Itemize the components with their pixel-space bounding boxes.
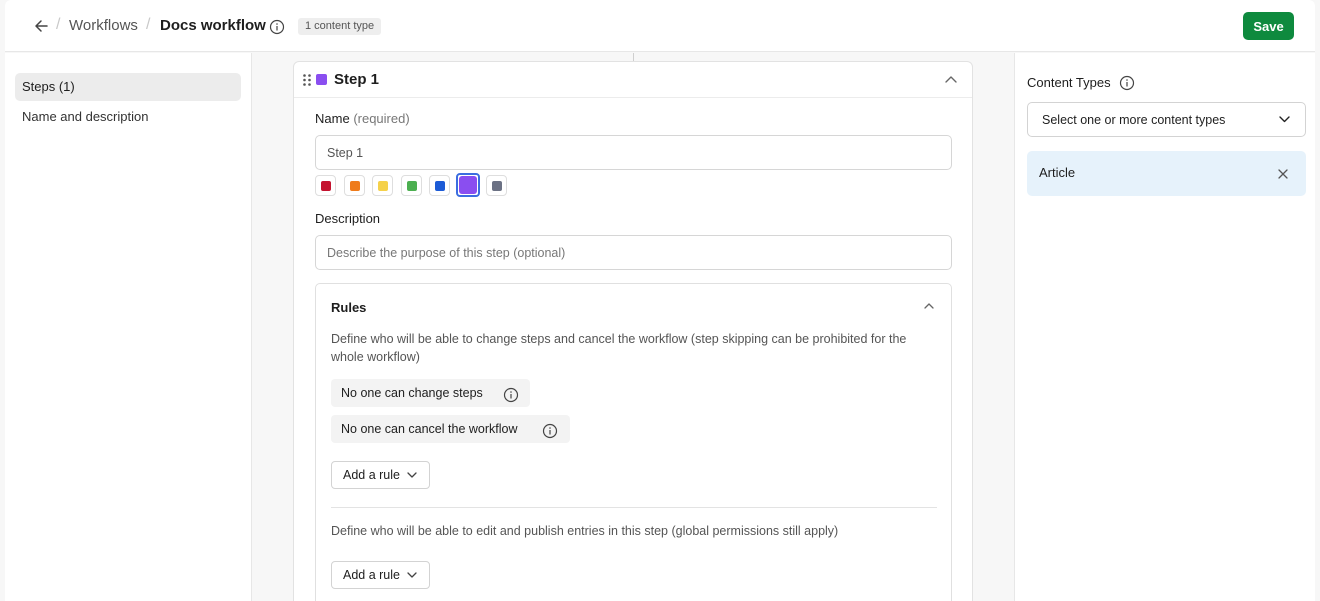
rules-title: Rules — [331, 300, 367, 315]
left-sidebar: Steps (1) Name and description — [5, 53, 252, 601]
step-card: Step 1 Name (required) Description Rules… — [293, 61, 973, 601]
content-types-title: Content Types — [1027, 75, 1111, 90]
breadcrumb-separator: / — [146, 16, 151, 33]
step-description-input[interactable] — [315, 235, 952, 270]
color-swatch-gray[interactable] — [486, 175, 507, 196]
step-name-input[interactable] — [315, 135, 952, 170]
back-arrow-icon[interactable] — [31, 16, 51, 36]
color-swatch-green[interactable] — [401, 175, 422, 196]
step-title: Step 1 — [334, 71, 380, 88]
sidebar-item-name-and-description[interactable]: Name and description — [15, 103, 241, 131]
description-label: Description — [315, 211, 381, 226]
color-swatch-blue[interactable] — [429, 175, 450, 196]
rule-no-one-cancel-workflow: No one can cancel the workflow — [331, 415, 570, 443]
chevron-down-icon — [1279, 116, 1290, 123]
sidebar-item-steps[interactable]: Steps (1) — [15, 73, 241, 101]
page-title: Docs workflow — [160, 17, 266, 34]
step-card-header[interactable]: Step 1 — [294, 62, 972, 98]
rule-no-one-change-steps: No one can change steps — [331, 379, 530, 407]
breadcrumb-separator: / — [56, 16, 61, 33]
color-swatch-red[interactable] — [315, 175, 336, 196]
color-swatch-yellow[interactable] — [372, 175, 393, 196]
add-rule-button[interactable]: Add a rule — [331, 461, 430, 489]
save-button[interactable]: Save — [1243, 12, 1294, 40]
rules-divider — [331, 507, 937, 508]
step-connector-line — [633, 53, 634, 61]
name-label: Name (required) — [315, 111, 410, 126]
chevron-down-icon — [407, 472, 417, 478]
selected-content-type-chip: Article — [1027, 151, 1306, 196]
content-type-label: Article — [1039, 165, 1076, 180]
content-types-panel: Content Types Select one or more content… — [1014, 53, 1315, 601]
top-bar: / Workflows / Docs workflow 1 content ty… — [5, 0, 1315, 52]
add-edit-rule-button[interactable]: Add a rule — [331, 561, 430, 589]
info-icon[interactable] — [269, 19, 285, 35]
rules-section: Rules Define who will be able to change … — [315, 283, 952, 601]
info-icon[interactable] — [542, 421, 558, 439]
change-rules-description: Define who will be able to change steps … — [331, 332, 907, 364]
step-color-indicator — [316, 74, 327, 85]
chevron-up-icon[interactable] — [942, 71, 960, 89]
drag-handle-icon[interactable] — [302, 73, 312, 87]
edit-rules-description: Define who will be able to edit and publ… — [331, 524, 839, 538]
color-swatch-orange[interactable] — [344, 175, 365, 196]
main-content: Step 1 Name (required) Description Rules… — [252, 53, 1014, 601]
info-icon[interactable] — [1119, 75, 1135, 91]
info-icon[interactable] — [503, 385, 519, 403]
chevron-down-icon — [407, 572, 417, 578]
content-types-select[interactable]: Select one or more content types — [1027, 102, 1306, 137]
chevron-up-icon[interactable] — [922, 299, 936, 313]
breadcrumb-workflows[interactable]: Workflows — [69, 17, 138, 34]
close-icon[interactable] — [1277, 167, 1289, 179]
color-swatch-purple[interactable] — [456, 173, 480, 197]
content-type-count-badge: 1 content type — [298, 18, 382, 35]
